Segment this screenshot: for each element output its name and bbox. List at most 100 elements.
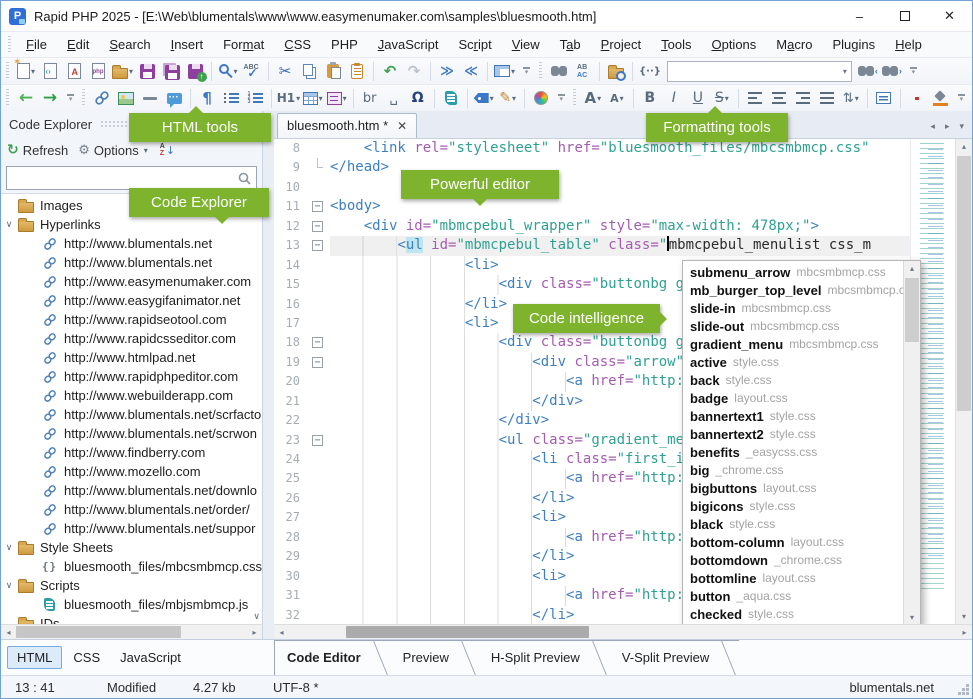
- new-document-button[interactable]: ▾: [13, 58, 38, 83]
- tree-item-link[interactable]: http://www.blumentals.net/downlo: [1, 481, 262, 500]
- find-next-button[interactable]: ›: [880, 59, 904, 83]
- new-from-template-button[interactable]: [38, 59, 62, 83]
- maximize-button[interactable]: [882, 1, 927, 31]
- autocomplete-item[interactable]: bigicons style.css: [690, 498, 903, 516]
- autocomplete-item[interactable]: checked style.css: [690, 606, 903, 624]
- tree-item-style-sheets[interactable]: ∨ Style Sheets: [1, 538, 262, 557]
- view-tab-v-split-preview[interactable]: V-Split Preview: [609, 640, 740, 675]
- tree-item-link[interactable]: http://www.blumentals.net/suppor: [1, 519, 262, 538]
- italic-button[interactable]: I: [662, 86, 686, 110]
- align-right-button[interactable]: [791, 86, 815, 110]
- format-painter-button[interactable]: ✎ ▾: [496, 86, 520, 110]
- navigate-back-button[interactable]: ←: [14, 86, 38, 110]
- menu-view[interactable]: View: [502, 32, 550, 58]
- file-type-tab-html[interactable]: HTML: [7, 646, 63, 669]
- tag-button[interactable]: ▾: [472, 86, 496, 110]
- tree-expand-icon[interactable]: ∨: [1, 543, 17, 553]
- autocomplete-item[interactable]: back style.css: [690, 372, 903, 390]
- fold-gutter[interactable]: [308, 158, 330, 177]
- code-line-12[interactable]: 12− <div id="mbmcpebul_wrapper" style="m…: [274, 217, 972, 236]
- menu-plugins[interactable]: Plugins: [822, 32, 885, 58]
- tree-expand-icon[interactable]: ∨: [1, 581, 17, 591]
- vscroll-up-icon[interactable]: ▴: [956, 139, 972, 154]
- file-type-tab-javascript[interactable]: JavaScript: [111, 647, 190, 668]
- numbered-list-button[interactable]: [243, 86, 267, 110]
- menu-file[interactable]: File: [16, 32, 57, 58]
- underline-button[interactable]: U: [686, 86, 710, 110]
- autocomplete-item[interactable]: benefits _easycss.css: [690, 444, 903, 462]
- menu-format[interactable]: Format: [213, 32, 274, 58]
- save-all-button[interactable]: [159, 59, 183, 83]
- find-button[interactable]: ▾: [216, 59, 240, 83]
- align-center-button[interactable]: [767, 86, 791, 110]
- menu-script[interactable]: Script: [448, 32, 501, 58]
- horizontal-rule-button[interactable]: [138, 86, 162, 110]
- vscroll-thumb[interactable]: [957, 156, 971, 411]
- tree-item-link[interactable]: http://www.easymenumaker.com: [1, 272, 262, 291]
- tree-item-link[interactable]: http://www.blumentals.net/order/: [1, 500, 262, 519]
- open-file-button[interactable]: ▾: [110, 59, 135, 83]
- view-tab-h-split-preview[interactable]: H-Split Preview: [478, 640, 610, 675]
- find-dialog-button[interactable]: [547, 59, 571, 83]
- fold-gutter[interactable]: −: [308, 353, 330, 372]
- tree-item-scripts[interactable]: ∨ Scripts: [1, 576, 262, 595]
- options-button[interactable]: Options: [94, 143, 139, 158]
- hscroll-left-icon[interactable]: ◂: [1, 625, 16, 639]
- bold-button[interactable]: B: [638, 86, 662, 110]
- tab-scroll-left-icon[interactable]: ◂: [930, 122, 935, 132]
- fold-gutter[interactable]: −: [308, 217, 330, 236]
- menu-options[interactable]: Options: [701, 32, 766, 58]
- tree-item-ids[interactable]: IDs: [1, 614, 262, 624]
- replace-dialog-button[interactable]: [571, 59, 595, 83]
- tree-scroll-down-icon[interactable]: ∨: [253, 612, 260, 622]
- menu-macro[interactable]: Macro: [766, 32, 822, 58]
- justify-button[interactable]: [815, 86, 839, 110]
- menu-javascript[interactable]: JavaScript: [368, 32, 449, 58]
- autocomplete-item[interactable]: big _chrome.css: [690, 462, 903, 480]
- indent-button[interactable]: ≫: [435, 59, 459, 83]
- autocomplete-item[interactable]: button _aqua.css: [690, 588, 903, 606]
- increase-font-button[interactable]: A ▾: [581, 86, 605, 110]
- fold-collapse-icon[interactable]: −: [312, 337, 323, 349]
- hscroll-thumb[interactable]: [16, 626, 181, 638]
- autocomplete-item[interactable]: bannertext2 style.css: [690, 426, 903, 444]
- code-editor[interactable]: 8 <link rel="stylesheet" href="bluesmoot…: [274, 139, 972, 624]
- resize-grip[interactable]: [966, 692, 969, 695]
- highlight-color-button[interactable]: [929, 86, 953, 110]
- tab-list-dropdown-icon[interactable]: ▾: [959, 122, 964, 132]
- fold-collapse-icon[interactable]: −: [312, 434, 323, 446]
- fold-gutter[interactable]: −: [308, 197, 330, 216]
- menu-project[interactable]: Project: [591, 32, 651, 58]
- outdent-button[interactable]: ≪: [459, 59, 483, 83]
- panel-layout-button[interactable]: ▾: [492, 59, 517, 83]
- color-picker-button[interactable]: [529, 86, 553, 110]
- editor-hscrollbar[interactable]: ◂ ▸: [274, 624, 972, 639]
- tree-item-link[interactable]: http://www.rapidcsseditor.com: [1, 329, 262, 348]
- code-line-11[interactable]: 11− <body>: [274, 197, 972, 216]
- close-button[interactable]: ✕: [927, 1, 972, 31]
- special-character-button[interactable]: Ω: [406, 86, 430, 110]
- autocomplete-item[interactable]: bottomdown _chrome.css: [690, 552, 903, 570]
- regex-search-button[interactable]: {··}: [637, 59, 663, 83]
- fold-gutter[interactable]: −: [308, 236, 330, 255]
- save-button[interactable]: [135, 59, 159, 83]
- menu-tab[interactable]: Tab: [550, 32, 591, 58]
- document-tab[interactable]: bluesmooth.htm * ✕: [277, 113, 418, 138]
- toolbar-overflow-button[interactable]: ▾: [955, 94, 968, 103]
- comment-button[interactable]: [162, 86, 186, 110]
- menu-css[interactable]: CSS: [274, 32, 321, 58]
- paragraph-format-button[interactable]: [872, 86, 896, 110]
- fold-collapse-icon[interactable]: −: [312, 201, 323, 213]
- tree-item-link[interactable]: http://www.rapidphpeditor.com: [1, 367, 262, 386]
- menu-search[interactable]: Search: [99, 32, 160, 58]
- menu-tools[interactable]: Tools: [651, 32, 701, 58]
- view-tab-code-editor[interactable]: Code Editor: [274, 640, 391, 675]
- menu-php[interactable]: PHP: [321, 32, 368, 58]
- tree-item-link[interactable]: http://www.easygifanimator.net: [1, 291, 262, 310]
- file-type-tab-css[interactable]: CSS: [64, 647, 109, 668]
- line-spacing-button[interactable]: ⇅ ▾: [839, 86, 863, 110]
- form-button[interactable]: ▾: [325, 86, 349, 110]
- quick-search-combo[interactable]: ▾: [666, 60, 852, 82]
- code-line-13[interactable]: 13− <ul id="mbmcpebul_table" class=" mbmc…: [274, 236, 972, 256]
- hscroll-right-icon[interactable]: ▸: [247, 625, 262, 639]
